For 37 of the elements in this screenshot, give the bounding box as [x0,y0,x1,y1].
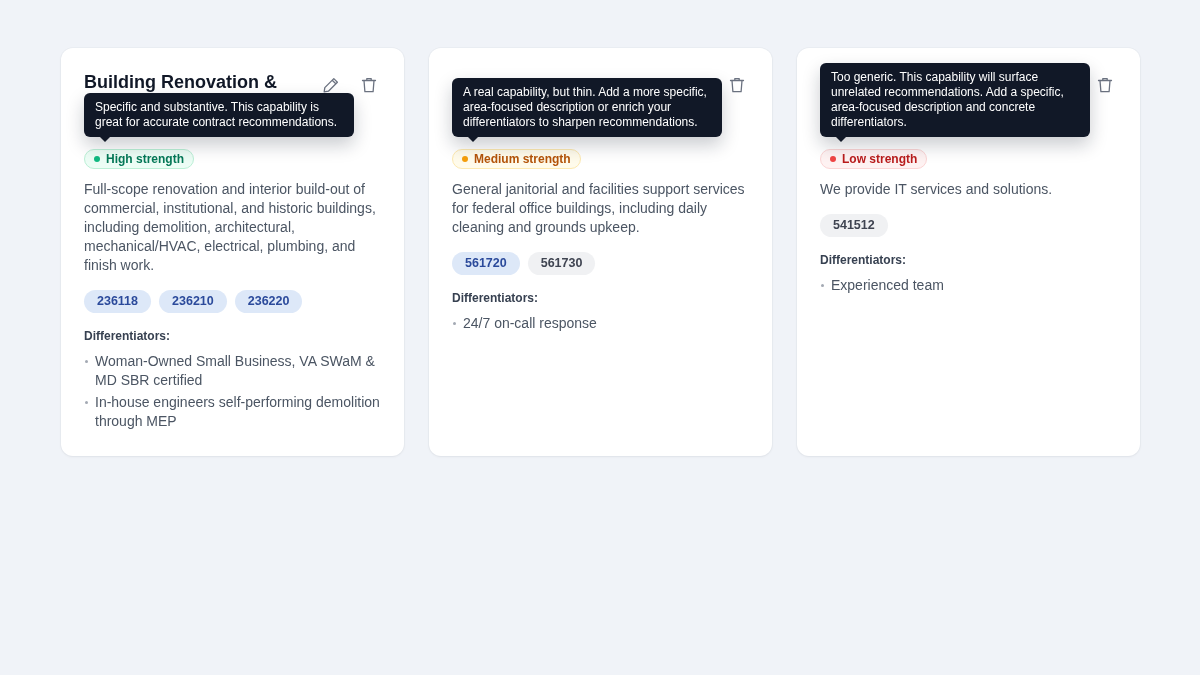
differentiator-item: 24/7 on-call response [463,314,597,333]
trash-icon [729,77,745,93]
tooltip: Too generic. This capability will surface unrelated recommendations. Add a specific, area-focused description and concrete differentiators. [820,63,1090,137]
capability-description: Full-scope renovation and interior build-out of commercial, institutional, and historic buildings, including demolition, architectural, mechanical/HVAC, electrical, plumbing, and finish work. [84,180,377,275]
tooltip: A real capability, but thin. Add a more specific, area-focused description or enrich your differentiators to sharpen recommendations. [452,78,722,137]
differentiators-label: Differentiators: [820,252,907,268]
differentiator-item: Experienced team [831,276,944,295]
naics-code-tag: 236118 [84,290,152,313]
bullet-icon [85,401,88,404]
bullet-icon [821,284,824,287]
tooltip-pointer-icon [836,137,846,142]
naics-code-tag: 561720 [452,252,520,275]
trash-icon [1097,77,1113,93]
capability-description: General janitorial and facilities support services for federal office buildings, including daily cleaning and grounds upkeep. [452,180,746,237]
naics-code-tag: 541512 [820,214,888,237]
strength-label: High strength [106,152,184,166]
pencil-icon [323,77,339,93]
tooltip-pointer-icon [468,137,478,142]
differentiator-item: In-house engineers self-performing demolition through MEP [95,393,381,431]
bullet-icon [85,360,88,363]
naics-code-tag: 236210 [159,290,227,313]
differentiator-item: Woman-Owned Small Business, VA SWaM & MD SBR certified [95,352,376,390]
status-dot-icon [462,156,468,162]
bullet-icon [453,322,456,325]
tooltip: Specific and substantive. This capability is great for accurate contract recommendations. [84,93,354,137]
trash-icon [361,77,377,93]
tooltip-pointer-icon [100,137,110,142]
status-dot-icon [830,156,836,162]
status-dot-icon [94,156,100,162]
naics-code-tag: 561730 [527,252,596,275]
strength-label: Medium strength [474,152,571,166]
naics-code-tag: 236220 [234,290,303,313]
capability-description: We provide IT services and solutions. [820,180,1054,199]
card-title: Building Renovation & [84,72,277,92]
differentiators-label: Differentiators: [84,328,171,344]
strength-label: Low strength [842,152,918,166]
differentiators-label: Differentiators: [452,290,539,306]
